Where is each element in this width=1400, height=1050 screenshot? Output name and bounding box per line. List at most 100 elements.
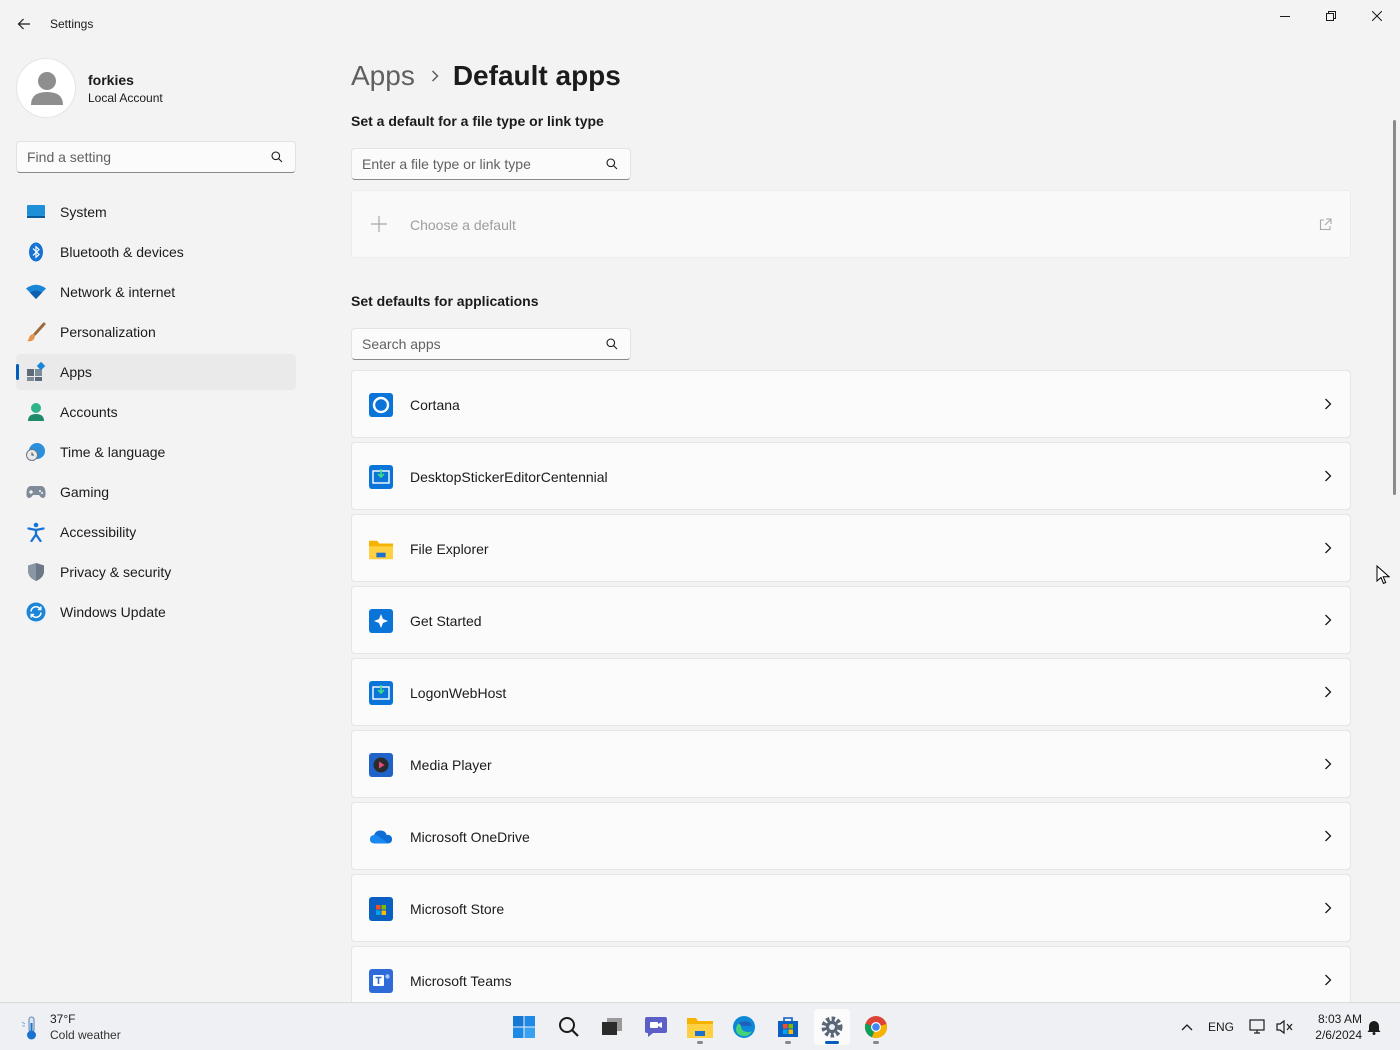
- app-row-media-player[interactable]: Media Player: [351, 730, 1351, 798]
- sidebar-item-network[interactable]: Network & internet: [16, 274, 296, 310]
- search-icon: [559, 1017, 579, 1037]
- wifi-icon: [26, 282, 46, 302]
- start-icon: [513, 1016, 535, 1038]
- volume-button[interactable]: [1275, 1017, 1295, 1037]
- sidebar-item-label: Accounts: [60, 404, 118, 420]
- taskbar-settings-button[interactable]: [814, 1009, 850, 1045]
- title-bar: Settings: [0, 0, 1400, 48]
- sidebar-item-label: Gaming: [60, 484, 110, 500]
- sidebar-item-label: Time & language: [60, 444, 166, 460]
- sidebar-item-bluetooth[interactable]: Bluetooth & devices: [16, 234, 296, 270]
- bluetooth-icon: [26, 242, 46, 262]
- update-icon: [26, 602, 46, 622]
- search-apps-input[interactable]: [362, 329, 592, 359]
- chevron-right-icon: [1325, 758, 1332, 770]
- system-icon: [26, 202, 46, 222]
- brush-icon: [26, 322, 46, 342]
- show-hidden-icons-button[interactable]: [1178, 1017, 1196, 1037]
- find-setting-search[interactable]: [16, 141, 296, 173]
- sidebar-item-label: Bluetooth & devices: [60, 244, 184, 260]
- sidebar-item-gaming[interactable]: Gaming: [16, 474, 296, 510]
- app-row-desktop-sticker-editor[interactable]: DesktopStickerEditorCentennial: [351, 442, 1351, 510]
- back-button[interactable]: [12, 12, 36, 36]
- sidebar-item-privacy-security[interactable]: Privacy & security: [16, 554, 296, 590]
- chevron-right-icon: [1325, 974, 1332, 986]
- taskbar-edge-button[interactable]: [726, 1009, 762, 1045]
- thermometer-icon: [21, 1016, 36, 1040]
- sidebar-item-windows-update[interactable]: Windows Update: [16, 594, 296, 630]
- content-scrollbar[interactable]: [1393, 120, 1396, 495]
- search-icon: [271, 151, 283, 163]
- accounts-icon: [26, 402, 46, 422]
- find-setting-input[interactable]: [27, 142, 257, 172]
- weather-widget[interactable]: 37°F Cold weather: [14, 1011, 154, 1045]
- app-name: Microsoft OneDrive: [410, 829, 530, 845]
- taskbar-search-button[interactable]: [551, 1009, 587, 1045]
- choose-default-card[interactable]: Choose a default: [351, 190, 1351, 258]
- app-row-microsoft-store[interactable]: Microsoft Store: [351, 874, 1351, 942]
- sidebar-item-label: System: [60, 204, 107, 220]
- sidebar-item-personalization[interactable]: Personalization: [16, 314, 296, 350]
- app-row-get-started[interactable]: Get Started: [351, 586, 1351, 654]
- logon-webhost-icon: [369, 681, 393, 705]
- language-indicator[interactable]: ENG: [1206, 1017, 1236, 1037]
- accessibility-icon: [26, 522, 46, 542]
- sidebar-item-label: Privacy & security: [60, 564, 172, 580]
- sidebar-item-label: Network & internet: [60, 284, 176, 300]
- chevron-right-icon: [1325, 398, 1332, 410]
- app-name: File Explorer: [410, 541, 489, 557]
- speaker-muted-icon: [1276, 1019, 1293, 1035]
- app-name: Microsoft Teams: [410, 973, 512, 989]
- user-silhouette-icon: [31, 72, 63, 105]
- apps-icon: [26, 362, 46, 382]
- app-row-logon-webhost[interactable]: LogonWebHost: [351, 658, 1351, 726]
- onedrive-icon: [369, 825, 393, 849]
- running-indicator: [697, 1041, 703, 1044]
- chevron-up-icon: [1181, 1024, 1193, 1031]
- file-explorer-icon: [369, 537, 393, 561]
- settings-icon: [821, 1016, 843, 1038]
- notifications-button[interactable]: [1364, 1017, 1384, 1037]
- gamepad-icon: [26, 482, 46, 502]
- notification-bell-icon: [1367, 1021, 1381, 1035]
- sidebar-item-accounts[interactable]: Accounts: [16, 394, 296, 430]
- sidebar-item-time-language[interactable]: Time & language: [16, 434, 296, 470]
- restore-button[interactable]: [1308, 0, 1354, 32]
- taskbar-file-explorer-button[interactable]: [682, 1009, 718, 1045]
- taskbar: 37°F Cold weather ENG 8:03 AM 2/6/2024: [0, 1002, 1400, 1050]
- filetype-search[interactable]: [351, 148, 631, 180]
- sidebar-item-system[interactable]: System: [16, 194, 296, 230]
- network-status-button[interactable]: [1248, 1017, 1268, 1037]
- search-icon: [606, 338, 618, 350]
- app-row-onedrive[interactable]: Microsoft OneDrive: [351, 802, 1351, 870]
- task-view-icon: [602, 1018, 622, 1035]
- close-button[interactable]: [1354, 0, 1400, 32]
- running-indicator: [825, 1041, 839, 1044]
- search-apps[interactable]: [351, 328, 631, 360]
- search-icon: [606, 158, 618, 170]
- app-name: Microsoft Store: [410, 901, 505, 917]
- app-row-cortana[interactable]: Cortana: [351, 370, 1351, 438]
- taskbar-chat-button[interactable]: [638, 1009, 674, 1045]
- taskbar-task-view-button[interactable]: [594, 1009, 630, 1045]
- taskbar-clock[interactable]: 8:03 AM 2/6/2024: [1302, 1011, 1362, 1043]
- chat-icon: [645, 1017, 667, 1037]
- breadcrumb-parent-link[interactable]: Apps: [351, 60, 415, 92]
- sidebar-item-label: Accessibility: [60, 524, 137, 540]
- taskbar-chrome-button[interactable]: [858, 1009, 894, 1045]
- back-arrow-icon: [17, 18, 30, 30]
- teams-icon: [369, 969, 393, 993]
- sidebar-item-label: Windows Update: [60, 604, 166, 620]
- filetype-search-input[interactable]: [362, 149, 592, 179]
- sidebar-item-accessibility[interactable]: Accessibility: [16, 514, 296, 550]
- open-external-icon: [1319, 218, 1332, 231]
- user-profile[interactable]: forkies Local Account: [16, 58, 296, 118]
- app-name: Get Started: [410, 613, 482, 629]
- taskbar-store-button[interactable]: [770, 1009, 806, 1045]
- chevron-right-icon: [1325, 902, 1332, 914]
- app-row-file-explorer[interactable]: File Explorer: [351, 514, 1351, 582]
- minimize-button[interactable]: [1262, 0, 1308, 32]
- chevron-right-icon: [1325, 614, 1332, 626]
- taskbar-start-button[interactable]: [506, 1009, 542, 1045]
- sidebar-item-apps[interactable]: Apps: [16, 354, 296, 390]
